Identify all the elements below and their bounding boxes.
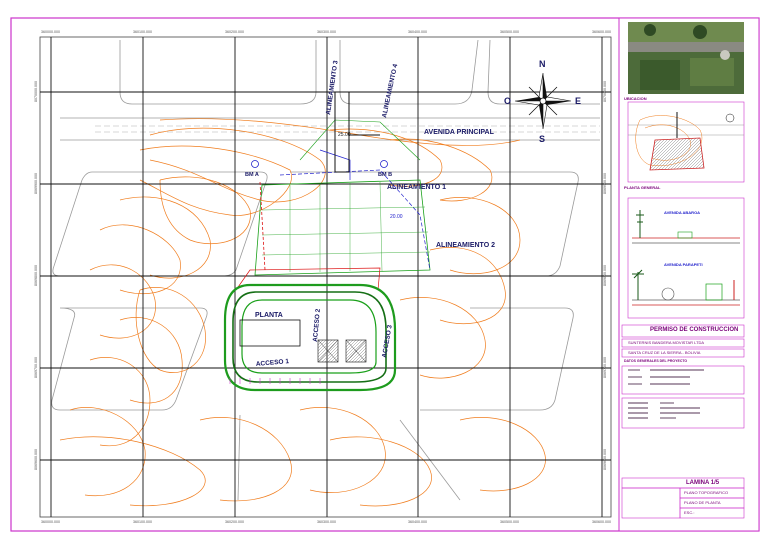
grid-label-y: 8069700.000	[34, 357, 38, 378]
titleblock-permiso: PERMISO DE CONSTRUCCION	[650, 327, 739, 333]
titleblock-plano-1: PLANO TOPOGRAFICO	[684, 490, 729, 495]
titleblock-plano-2: PLANO DE PLANTA	[684, 500, 721, 505]
grid-label-x: 360100.000	[133, 520, 152, 524]
grid-label-x: 360200.000	[225, 30, 244, 34]
titleblock-lamina: LAMINA 1/5	[686, 480, 720, 486]
label-bm-b: BM B	[378, 172, 392, 178]
grid-label-y: 8069600.000	[603, 449, 607, 470]
grid-label-x: 360000.000	[41, 30, 60, 34]
compass-s: S	[539, 134, 545, 144]
grid-label-y: 8069700.000	[603, 357, 607, 378]
titleblock-lugar: SANTA CRUZ DE LA SIERRA - BOLIVIA	[628, 350, 701, 355]
compass-e: E	[575, 96, 581, 106]
grid-label-x: 360200.000	[225, 520, 244, 524]
grid-label-x: 360600.000	[592, 520, 611, 524]
grid-label-y: 8069800.000	[34, 265, 38, 286]
label-alineamiento-1: ALINEAMIENTO 1	[387, 184, 446, 191]
section-a-title: AVENIDA ABAROA	[664, 210, 701, 215]
mini-site-plan	[627, 101, 745, 183]
label-dim-25: 25.00	[338, 132, 351, 138]
titleblock-empresa: SUNTERNIS BANDERA MOVISTAR LTDA	[628, 340, 705, 345]
label-avenida-principal: AVENIDA PRINCIPAL	[424, 129, 495, 136]
drawing-sheet: AVENIDA PRINCIPAL ALINEAMIENTO 1 ALINEAM…	[10, 17, 760, 532]
label-alineamiento-2: ALINEAMIENTO 2	[436, 242, 495, 249]
titleblock-planta-general: PLANTA GENERAL	[624, 185, 661, 190]
grid-label-y: 8069600.000	[34, 449, 38, 470]
grid-label-x: 360300.000	[317, 30, 336, 34]
grid-label-x: 360400.000	[408, 520, 427, 524]
titleblock-datos: DATOS GENERALES DEL PROYECTO	[624, 359, 688, 363]
grid-label-x: 360400.000	[408, 30, 427, 34]
grid-label-x: 360000.000	[41, 520, 60, 524]
grid-label-x: 360500.000	[500, 30, 519, 34]
grid-label-y: 8069800.000	[603, 265, 607, 286]
section-b-title: AVENIDA PARAPETI	[664, 262, 703, 267]
grid-label-x: 360500.000	[500, 520, 519, 524]
compass-n: N	[539, 59, 546, 69]
compass-o: O	[504, 96, 511, 106]
grid-label-y: 8069900.000	[603, 173, 607, 194]
titleblock-ubicacion: UBICACION	[624, 96, 647, 101]
titleblock-escala: ESC.:	[684, 510, 695, 515]
grid-label-x: 360100.000	[133, 30, 152, 34]
label-planta: PLANTA	[255, 312, 283, 319]
street-sections	[627, 197, 745, 319]
grid-label-y: 8070000.000	[34, 81, 38, 102]
location-map-photo	[628, 22, 744, 94]
label-dim-20: 20.00	[390, 214, 403, 220]
grid-label-x: 360300.000	[317, 520, 336, 524]
grid-label-y: 8070000.000	[603, 81, 607, 102]
label-bm-a: BM A	[245, 172, 259, 178]
grid-label-x: 360600.000	[592, 30, 611, 34]
grid-label-y: 8069900.000	[34, 173, 38, 194]
